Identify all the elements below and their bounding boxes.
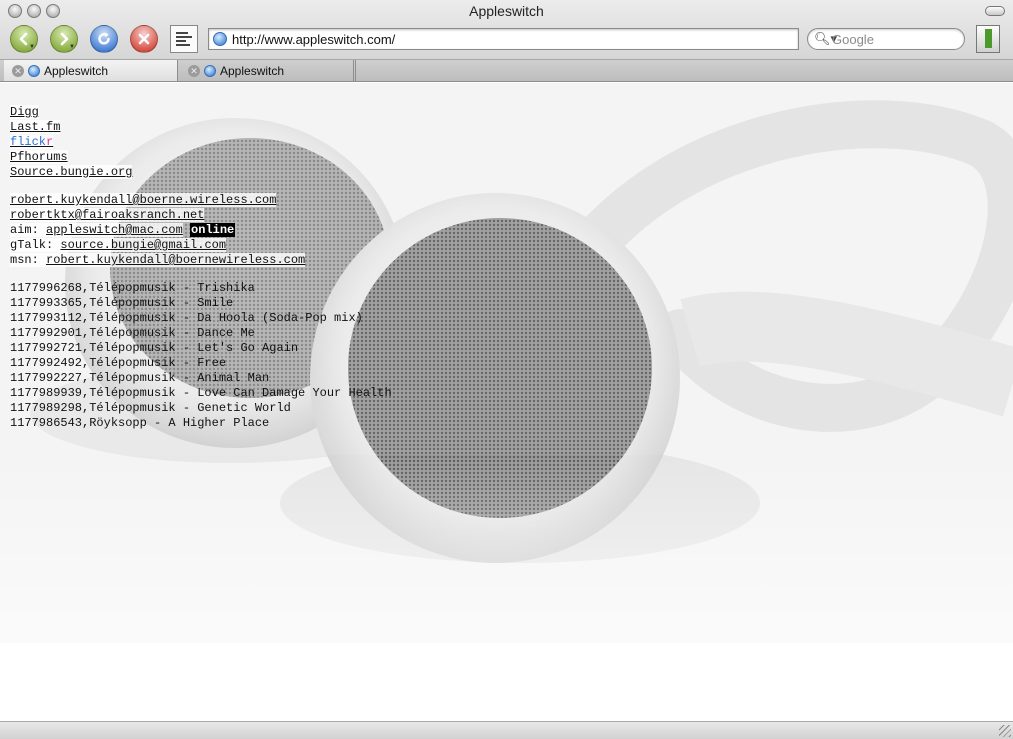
aim-status-badge: online [190,223,236,237]
window-title: Appleswitch [469,3,544,19]
track-line: 1177989298,Télépopmusik - Genetic World [10,401,291,415]
reload-icon [98,32,110,45]
window-titlebar: Appleswitch ▼ ▼ http://www.appleswitch.c… [0,0,1013,60]
link-list: Digg Last.fm flickr Pfhorums Source.bung… [10,105,710,180]
toolbar-toggle-button[interactable] [985,6,1005,16]
aim-label: aim: [10,223,47,237]
tab-bar: ✕ Appleswitch ✕ Appleswitch [0,60,1013,82]
track-line: 1177996268,Télépopmusik - Trishika [10,281,255,295]
link-source-bungie[interactable]: Source.bungie.org [10,165,133,179]
flickr-part-blue: flick [10,135,47,149]
track-line: 1177992227,Télépopmusik - Animal Man [10,371,270,385]
page-text: Digg Last.fm flickr Pfhorums Source.bung… [10,105,710,444]
track-line: 1177989939,Télépopmusik - Love Can Damag… [10,386,392,400]
gtalk-label: gTalk: [10,238,61,252]
tab-bar-empty [355,60,1013,81]
link-lastfm[interactable]: Last.fm [10,120,61,134]
contact-list: robert.kuykendall@boerne.wireless.com ro… [10,193,710,268]
reload-button[interactable] [90,25,118,53]
email-link-2[interactable]: robertktx@fairoaksranch.net [10,208,205,222]
search-input[interactable] [832,31,956,47]
search-field[interactable]: 🔍︎▾ [807,28,965,50]
track-line: 1177993365,Télépopmusik - Smile [10,296,234,310]
close-tab-icon[interactable]: ✕ [12,64,24,77]
link-digg[interactable]: Digg [10,105,39,119]
track-line: 1177993112,Télépopmusik - Da Hoola (Soda… [10,311,363,325]
bookmark-icon [985,29,992,48]
chevron-down-icon: ▼ [69,44,75,50]
globe-icon [213,32,227,46]
status-bar [0,721,1013,739]
resize-grip-icon[interactable] [999,725,1011,737]
chevron-down-icon: ▼ [29,44,35,50]
recent-tracks-list: 1177996268,Télépopmusik - Trishika 11779… [10,281,710,431]
msn-link[interactable]: robert.kuykendall@boernewireless.com [46,253,306,267]
bookmark-button[interactable] [976,25,1000,53]
tab-label: Appleswitch [220,63,285,78]
tab-label: Appleswitch [44,63,109,78]
tab-appleswitch-2[interactable]: ✕ Appleswitch [180,60,354,81]
globe-icon [204,64,216,77]
stop-button[interactable] [130,25,158,53]
view-source-button[interactable] [170,25,198,53]
url-text[interactable]: http://www.appleswitch.com/ [232,32,395,47]
track-line: 1177992901,Télépopmusik - Dance Me [10,326,255,340]
link-pfhorums[interactable]: Pfhorums [10,150,68,164]
globe-icon [28,64,40,77]
track-line: 1177986543,Röyksopp - A Higher Place [10,416,270,430]
forward-button[interactable]: ▼ [50,25,78,53]
gtalk-link[interactable]: source.bungie@gmail.com [60,238,227,252]
aim-link[interactable]: appleswitch@mac.com [46,223,183,237]
tab-appleswitch-1[interactable]: ✕ Appleswitch [4,60,178,81]
track-line: 1177992492,Télépopmusik - Free [10,356,227,370]
msn-label: msn: [10,253,47,267]
close-tab-icon[interactable]: ✕ [188,64,200,77]
back-button[interactable]: ▼ [10,25,38,53]
email-link-1[interactable]: robert.kuykendall@boerne.wireless.com [10,193,277,207]
link-flickr[interactable]: flickr [10,135,54,149]
stop-x-icon [138,33,150,45]
page-content: Digg Last.fm flickr Pfhorums Source.bung… [0,83,1013,721]
flickr-part-pink: r [46,135,54,149]
address-bar[interactable]: http://www.appleswitch.com/ [208,28,799,50]
track-line: 1177992721,Télépopmusik - Let's Go Again [10,341,299,355]
